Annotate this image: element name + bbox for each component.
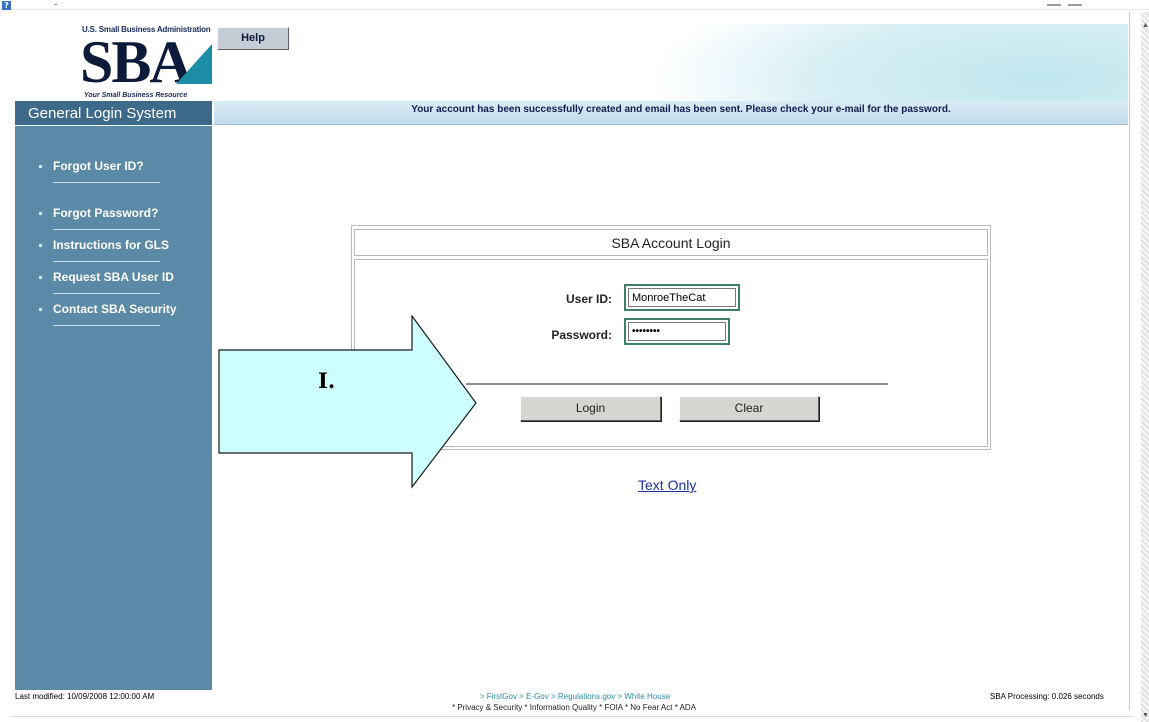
login-title: SBA Account Login [354, 229, 988, 256]
sidebar-item-label: Request SBA User ID [53, 270, 174, 284]
divider [53, 229, 160, 230]
sidebar-item-forgot-user-id[interactable]: Forgot User ID? [39, 159, 144, 173]
sba-logo[interactable]: U.S. Small Business Administration SBA Y… [16, 24, 212, 101]
sidebar-title: General Login System [15, 101, 212, 126]
userid-field[interactable]: MonroeTheCat [624, 284, 740, 311]
divider [53, 293, 160, 294]
sidebar-item-label: Forgot Password? [53, 206, 159, 220]
login-button[interactable]: Login [520, 396, 661, 421]
vertical-scrollbar[interactable]: ▲ ▼ [1141, 12, 1149, 722]
status-banner: Your account has been successfully creat… [214, 101, 1128, 125]
text-only-link[interactable]: Text Only [638, 477, 696, 493]
annotation-label: I. [318, 368, 336, 393]
header-swoosh [216, 24, 1128, 101]
footer-links-primary[interactable]: > FirstGov > E-Gov > Regulations.gov > W… [410, 692, 740, 701]
logo-mark: SBA [80, 29, 193, 95]
last-modified: Last modified: 10/09/2008 12:00:00 AM [15, 692, 155, 701]
sidebar-item-forgot-password[interactable]: Forgot Password? [39, 206, 158, 220]
divider [53, 182, 160, 183]
logo-tagline: Your Small Business Resource [84, 92, 188, 99]
divider [54, 4, 57, 5]
password-field[interactable]: •••••••• [624, 318, 730, 345]
restore-icon[interactable] [1068, 4, 1082, 6]
userid-label: User ID: [565, 292, 612, 306]
browser-top-strip: ? [0, 0, 1149, 10]
scroll-up-icon[interactable]: ▲ [1142, 22, 1149, 30]
clear-button[interactable]: Clear [679, 396, 819, 421]
sidebar-item-contact-security[interactable]: Contact SBA Security [39, 302, 177, 316]
userid-input[interactable]: MonroeTheCat [628, 288, 736, 307]
help-button[interactable]: Help [217, 27, 289, 50]
arrow-shape [218, 315, 477, 489]
bullet-icon [39, 212, 42, 216]
bullet-icon [39, 244, 42, 248]
divider [466, 383, 888, 385]
sidebar-item-label: Contact SBA Security [53, 302, 177, 316]
bullet-icon [39, 308, 42, 312]
help-icon[interactable]: ? [2, 1, 11, 10]
footer-links-secondary[interactable]: * Privacy & Security * Information Quali… [404, 703, 744, 712]
sidebar-item-instructions[interactable]: Instructions for GLS [39, 238, 169, 252]
divider [53, 325, 160, 326]
processing-time: SBA Processing: 0.026 seconds [990, 692, 1104, 701]
minimize-icon[interactable] [1047, 4, 1061, 6]
sidebar: General Login System Forgot User ID? For… [15, 101, 212, 690]
divider [53, 261, 160, 262]
password-input[interactable]: •••••••• [628, 322, 726, 341]
bullet-icon [39, 276, 42, 280]
logo-wedge [176, 44, 212, 84]
sidebar-item-label: Instructions for GLS [53, 238, 170, 252]
sidebar-item-request-user-id[interactable]: Request SBA User ID [39, 270, 174, 284]
divider [12, 716, 1132, 717]
banner-message: Your account has been successfully creat… [411, 104, 951, 115]
sidebar-item-label: Forgot User ID? [53, 159, 144, 173]
password-label: Password: [551, 328, 612, 342]
annotation-arrow [218, 315, 477, 489]
scroll-down-icon[interactable]: ▼ [1142, 712, 1149, 720]
bullet-icon [39, 165, 42, 169]
